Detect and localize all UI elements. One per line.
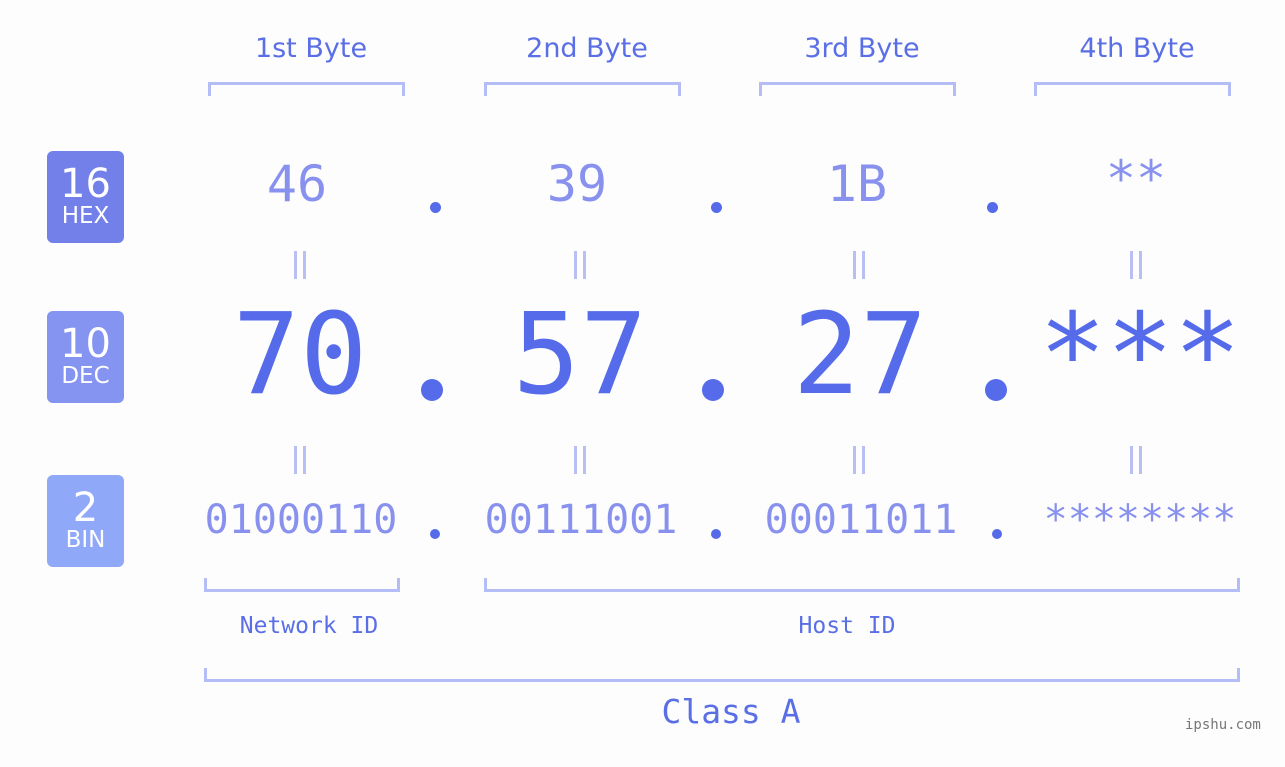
watermark: ipshu.com [1185, 717, 1261, 733]
byte-label-1: 1st Byte [254, 33, 368, 64]
class-label: Class A [661, 692, 801, 731]
byte-bracket-3 [759, 82, 956, 96]
dec-value-2: 57 [512, 290, 648, 420]
byte-label-4: 4th Byte [1079, 33, 1195, 64]
dec-value-3: 27 [792, 290, 928, 420]
hex-dot-3 [987, 202, 998, 213]
equals-marker [565, 442, 595, 483]
network-id-bracket [204, 578, 400, 592]
hex-badge: 16 HEX [47, 151, 124, 243]
dec-badge: 10 DEC [47, 311, 124, 403]
host-id-bracket [484, 578, 1240, 592]
bin-dot-2 [711, 529, 721, 539]
byte-bracket-2 [484, 82, 681, 96]
bin-value-4: ******** [1043, 497, 1237, 543]
hex-badge-text: HEX [61, 203, 110, 229]
network-id-label: Network ID [239, 613, 379, 639]
hex-value-3: 1B [826, 155, 888, 213]
bin-badge: 2 BIN [47, 475, 124, 567]
hex-dot-2 [711, 202, 722, 213]
bin-value-3: 00011011 [764, 497, 958, 543]
hex-dot-1 [430, 202, 441, 213]
bin-dot-3 [992, 529, 1002, 539]
byte-bracket-4 [1034, 82, 1231, 96]
dec-badge-text: DEC [61, 363, 110, 389]
bin-value-1: 01000110 [204, 497, 398, 543]
bin-badge-text: BIN [65, 527, 106, 553]
byte-label-3: 3rd Byte [804, 33, 920, 64]
equals-marker [1121, 247, 1151, 288]
equals-marker [1121, 442, 1151, 483]
equals-marker [844, 442, 874, 483]
equals-marker [285, 247, 315, 288]
equals-marker [565, 247, 595, 288]
dec-dot-3 [985, 379, 1007, 401]
hex-value-2: 39 [546, 155, 608, 213]
dec-value-1: 70 [232, 290, 368, 420]
hex-value-4: ** [1105, 150, 1167, 208]
dec-dot-1 [421, 379, 443, 401]
bin-badge-number: 2 [72, 485, 99, 531]
dec-value-4: *** [1038, 290, 1242, 420]
hex-badge-number: 16 [60, 161, 111, 207]
hex-value-1: 46 [266, 155, 328, 213]
equals-marker [285, 442, 315, 483]
byte-label-2: 2nd Byte [526, 33, 648, 64]
dec-badge-number: 10 [60, 321, 111, 367]
byte-bracket-1 [208, 82, 405, 96]
host-id-label: Host ID [798, 613, 896, 639]
bin-dot-1 [430, 529, 440, 539]
equals-marker [844, 247, 874, 288]
dec-dot-2 [702, 379, 724, 401]
class-bracket [204, 668, 1240, 682]
bin-value-2: 00111001 [484, 497, 678, 543]
